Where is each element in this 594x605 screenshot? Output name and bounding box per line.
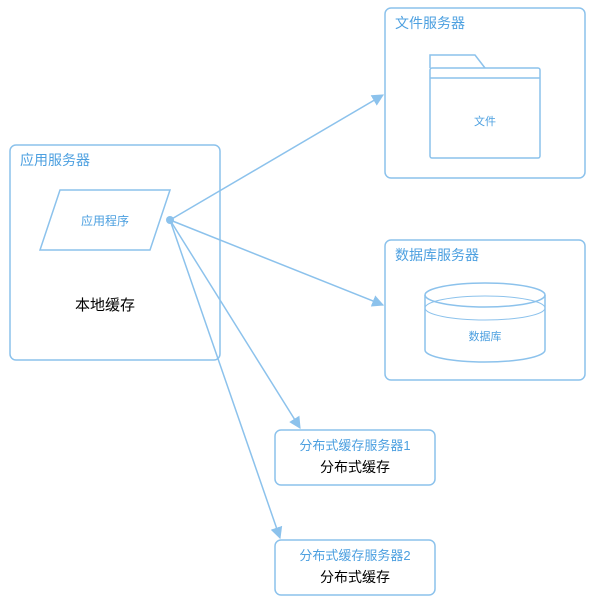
arrow-to-dist-cache1: [170, 220, 300, 428]
db-server-title: 数据库服务器: [395, 247, 479, 263]
file-server-box: 文件服务器 文件: [385, 8, 585, 178]
dist-cache1-title: 分布式缓存服务器1: [299, 438, 410, 453]
folder-icon: 文件: [430, 55, 540, 158]
app-program-label: 应用程序: [81, 213, 129, 228]
dist-cache2-box: 分布式缓存服务器2 分布式缓存: [275, 540, 435, 595]
arrow-to-file-server: [170, 95, 383, 220]
file-server-title: 文件服务器: [395, 15, 465, 31]
folder-label: 文件: [474, 114, 496, 128]
dist-cache1-box: 分布式缓存服务器1 分布式缓存: [275, 430, 435, 485]
arrow-to-db-server: [170, 220, 383, 305]
app-program-shape: 应用程序: [40, 190, 170, 250]
db-server-box: 数据库服务器 数据库: [385, 240, 585, 380]
database-icon: 数据库: [425, 283, 545, 362]
database-label: 数据库: [469, 329, 502, 343]
app-server-title: 应用服务器: [20, 152, 90, 168]
arrow-to-dist-cache2: [170, 220, 280, 538]
dist-cache2-title: 分布式缓存服务器2: [299, 548, 410, 563]
local-cache-label: 本地缓存: [75, 297, 135, 314]
architecture-diagram: 应用服务器 应用程序 本地缓存 文件服务器 文件 数据库服务器 数据库: [0, 0, 594, 605]
dist-cache2-label: 分布式缓存: [320, 569, 390, 585]
app-server-box: 应用服务器 应用程序 本地缓存: [10, 145, 220, 360]
dist-cache1-label: 分布式缓存: [320, 459, 390, 475]
